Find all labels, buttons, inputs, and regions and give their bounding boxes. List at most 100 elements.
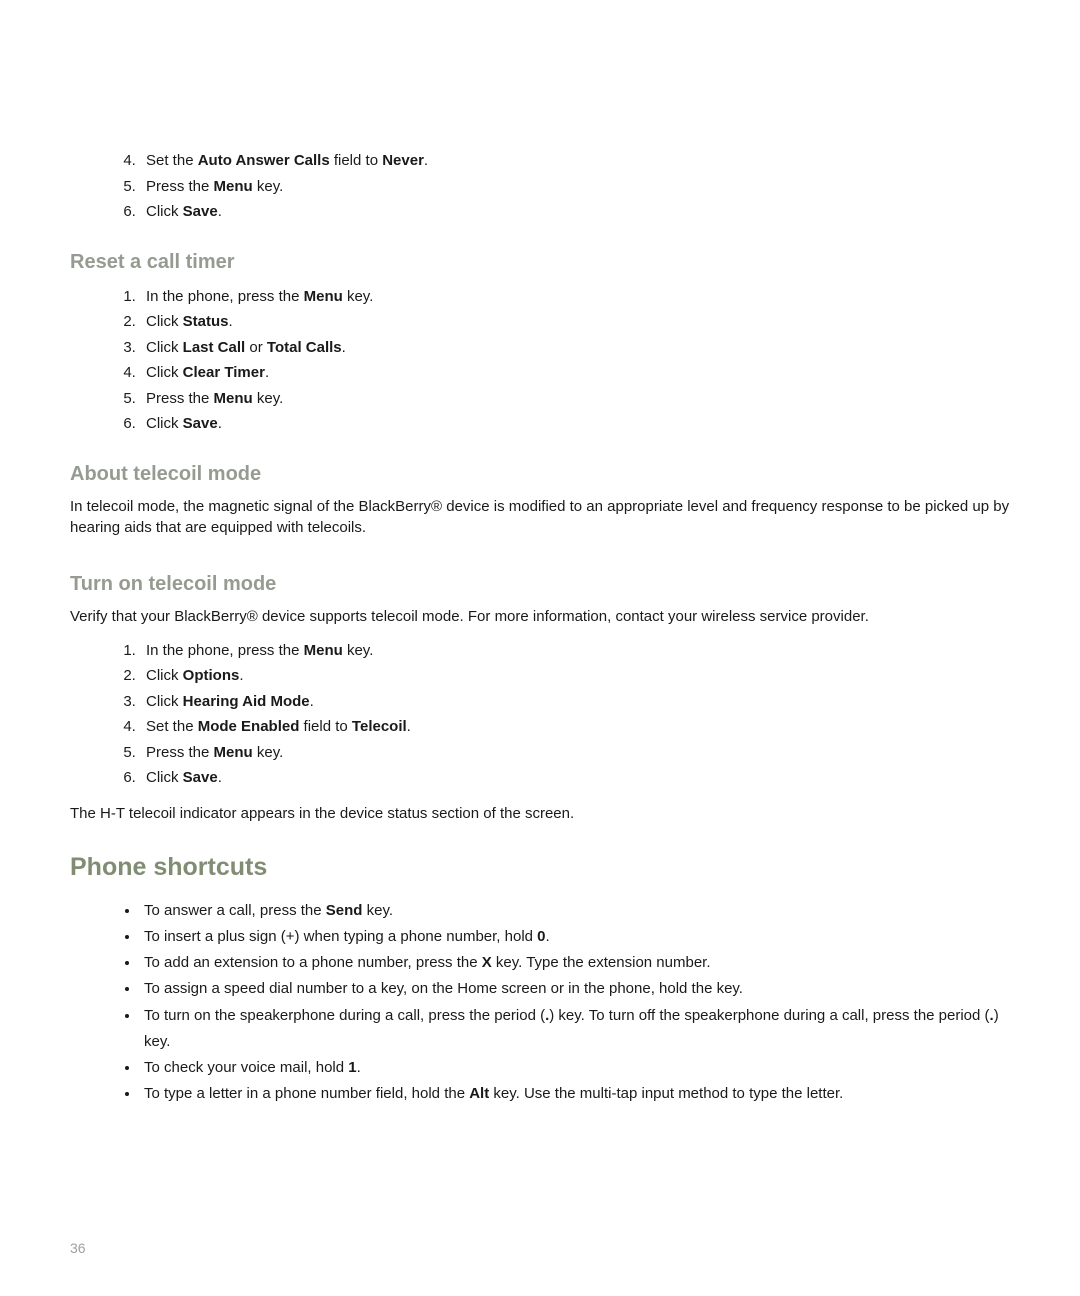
list-item: Click Clear Timer. — [140, 360, 1010, 386]
bold-text: Last Call — [183, 339, 246, 356]
text: Click — [146, 339, 183, 356]
bold-text: Menu — [214, 178, 253, 195]
text: . — [310, 693, 314, 710]
text: . — [218, 769, 222, 786]
list-item: To add an extension to a phone number, p… — [140, 950, 1010, 976]
heading-turn-on-telecoil: Turn on telecoil mode — [70, 573, 1010, 596]
list-item: Click Save. — [140, 411, 1010, 437]
text: field to — [299, 718, 352, 735]
text: Click — [146, 769, 183, 786]
list-item: Click Hearing Aid Mode. — [140, 689, 1010, 715]
text: . — [407, 718, 411, 735]
text: Click — [146, 313, 183, 330]
text: key. Use the multi-tap input method to t… — [489, 1085, 843, 1102]
bold-text: Menu — [304, 642, 343, 659]
bold-text: Status — [183, 313, 229, 330]
text: In the phone, press the — [146, 288, 304, 305]
text: field to — [330, 152, 383, 169]
bold-text: Telecoil — [352, 718, 407, 735]
text: Set the — [146, 152, 198, 169]
list-item: Click Status. — [140, 309, 1010, 335]
text: In the phone, press the — [146, 642, 304, 659]
list-item: Press the Menu key. — [140, 386, 1010, 412]
text: Click — [146, 667, 183, 684]
bold-text: Alt — [469, 1085, 489, 1102]
list-item: To check your voice mail, hold 1. — [140, 1055, 1010, 1081]
bold-text: Menu — [214, 744, 253, 761]
bold-text: Never — [382, 152, 424, 169]
bold-text: Total Calls — [267, 339, 342, 356]
text: To type a letter in a phone number field… — [144, 1085, 469, 1102]
heading-reset-call-timer: Reset a call timer — [70, 251, 1010, 274]
text: . — [218, 203, 222, 220]
bold-text: Save — [183, 415, 218, 432]
bold-text: 0 — [537, 928, 545, 945]
text: key. — [343, 288, 374, 305]
list-item: Click Last Call or Total Calls. — [140, 335, 1010, 361]
text: Press the — [146, 178, 214, 195]
bold-text: Menu — [304, 288, 343, 305]
text: key. Type the extension number. — [492, 954, 711, 971]
text: ) key. To turn off the speakerphone duri… — [549, 1007, 989, 1024]
bold-text: Send — [326, 902, 363, 919]
text: Click — [146, 693, 183, 710]
bold-text: Save — [183, 203, 218, 220]
list-item: Set the Mode Enabled field to Telecoil. — [140, 714, 1010, 740]
text: Click — [146, 364, 183, 381]
text: Set the — [146, 718, 198, 735]
list-item: Press the Menu key. — [140, 740, 1010, 766]
text: . — [357, 1059, 361, 1076]
text: . — [229, 313, 233, 330]
bold-text: Clear Timer — [183, 364, 265, 381]
bold-text: 1 — [348, 1059, 356, 1076]
list-item: Click Save. — [140, 199, 1010, 225]
bold-text: Menu — [214, 390, 253, 407]
text: Click — [146, 203, 183, 220]
list-item: In the phone, press the Menu key. — [140, 284, 1010, 310]
text: To check your voice mail, hold — [144, 1059, 348, 1076]
bold-text: Save — [183, 769, 218, 786]
bold-text: Hearing Aid Mode — [183, 693, 310, 710]
list-item: To answer a call, press the Send key. — [140, 898, 1010, 924]
turn-on-telecoil-list: In the phone, press the Menu key. Click … — [70, 638, 1010, 791]
text: Click — [146, 415, 183, 432]
text: key. — [343, 642, 374, 659]
heading-about-telecoil: About telecoil mode — [70, 463, 1010, 486]
auto-answer-list: Set the Auto Answer Calls field to Never… — [70, 148, 1010, 225]
list-item: Click Save. — [140, 765, 1010, 791]
bold-text: Options — [183, 667, 240, 684]
turn-on-intro-paragraph: Verify that your BlackBerry® device supp… — [70, 606, 1010, 628]
list-item: Click Options. — [140, 663, 1010, 689]
list-item: To assign a speed dial number to a key, … — [140, 976, 1010, 1002]
text: . — [239, 667, 243, 684]
text: . — [424, 152, 428, 169]
heading-phone-shortcuts: Phone shortcuts — [70, 853, 1010, 882]
phone-shortcuts-list: To answer a call, press the Send key. To… — [70, 898, 1010, 1108]
text: To add an extension to a phone number, p… — [144, 954, 482, 971]
text: Press the — [146, 390, 214, 407]
text: . — [546, 928, 550, 945]
bold-text: Mode Enabled — [198, 718, 300, 735]
text: Press the — [146, 744, 214, 761]
text: . — [265, 364, 269, 381]
text: To assign a speed dial number to a key, … — [144, 980, 743, 997]
text: key. — [362, 902, 393, 919]
page-number: 36 — [70, 1240, 86, 1256]
text: To turn on the speakerphone during a cal… — [144, 1007, 545, 1024]
document-page: Set the Auto Answer Calls field to Never… — [0, 0, 1080, 1296]
text: or — [245, 339, 267, 356]
list-item: To insert a plus sign (+) when typing a … — [140, 924, 1010, 950]
text: . — [342, 339, 346, 356]
list-item: In the phone, press the Menu key. — [140, 638, 1010, 664]
text: key. — [253, 178, 284, 195]
about-telecoil-paragraph: In telecoil mode, the magnetic signal of… — [70, 496, 1010, 540]
text: To answer a call, press the — [144, 902, 326, 919]
list-item: To turn on the speakerphone during a cal… — [140, 1003, 1010, 1056]
turn-on-outro-paragraph: The H-T telecoil indicator appears in th… — [70, 803, 1010, 825]
list-item: Set the Auto Answer Calls field to Never… — [140, 148, 1010, 174]
text: . — [218, 415, 222, 432]
text: key. — [253, 390, 284, 407]
list-item: To type a letter in a phone number field… — [140, 1081, 1010, 1107]
reset-call-timer-list: In the phone, press the Menu key. Click … — [70, 284, 1010, 437]
text: key. — [253, 744, 284, 761]
